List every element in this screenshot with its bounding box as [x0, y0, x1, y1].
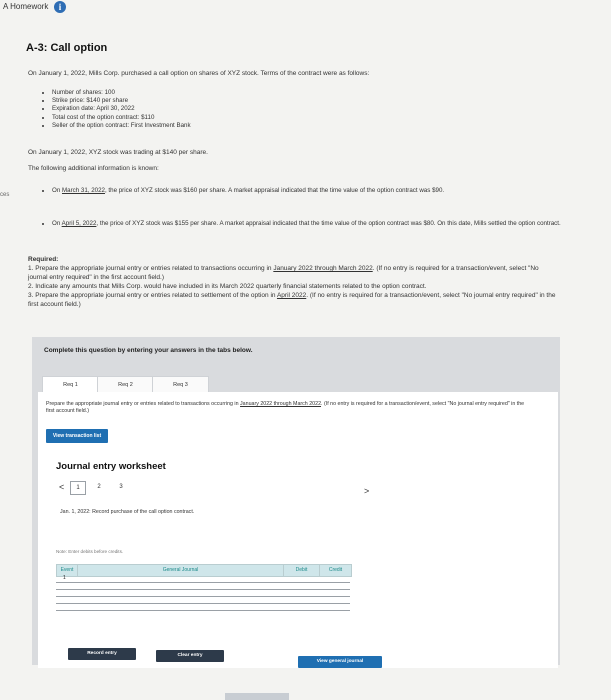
on-prefix: On [52, 187, 62, 194]
debit-credit-note: Note: Enter debits before credits. [56, 549, 124, 554]
journal-rows: 1 [56, 575, 350, 611]
req3-link: April 2022 [276, 292, 307, 299]
req2-text: 2. Indicate any amounts that Mills Corp.… [28, 283, 427, 290]
info-item-1: On March 31, 2022, the price of XYZ stoc… [40, 187, 572, 195]
top-bar: A Homework i [0, 0, 611, 16]
on-prefix: On [52, 220, 62, 227]
prev-arrow-icon[interactable]: < [59, 482, 64, 492]
contract-terms-list: Number of shares: 100 Strike price: $140… [40, 89, 352, 130]
info-icon[interactable]: i [54, 1, 66, 13]
term-strike: Strike price: $140 per share [52, 97, 352, 105]
clear-entry-button[interactable]: Clear entry [156, 650, 224, 662]
record-entry-button[interactable]: Record entry [68, 648, 136, 660]
worksheet-title: Journal entry worksheet [56, 461, 166, 472]
req1-text: 1. Prepare the appropriate journal entry… [28, 265, 539, 281]
info1-date: March 31, 2022 [61, 187, 105, 194]
term-seller: Seller of the option contract: First Inv… [52, 122, 352, 130]
info2-date: April 5, 2022 [61, 220, 97, 227]
page-1[interactable]: 1 [70, 481, 86, 495]
term-cost: Total cost of the option contract: $110 [52, 114, 352, 122]
req1-link: January 2022 through March 2022 [273, 265, 373, 272]
left-edge-label: ces [0, 192, 10, 198]
next-arrow-icon[interactable]: > [364, 486, 369, 496]
info-item-2: On April 5, 2022, the price of XYZ stock… [40, 220, 572, 228]
entry-description: Jan. 1, 2022: Record purchase of the cal… [60, 509, 195, 515]
tab-description: Prepare the appropriate journal entry or… [46, 401, 525, 414]
page-2[interactable]: 2 [92, 481, 106, 493]
table-row[interactable] [56, 590, 350, 597]
page-3[interactable]: 3 [114, 481, 128, 493]
trading-line: On January 1, 2022, XYZ stock was tradin… [28, 149, 208, 156]
table-row[interactable] [56, 597, 350, 604]
req3-text: 3. Prepare the appropriate journal entry… [28, 292, 556, 308]
table-row[interactable] [56, 604, 350, 611]
info1-text: , the price of XYZ stock was $160 per sh… [104, 187, 445, 194]
table-row[interactable] [56, 583, 350, 590]
additional-intro: The following additional information is … [28, 165, 159, 172]
question-title: A-3: Call option [26, 42, 108, 54]
required-label: Required: [28, 256, 59, 263]
tab-content: Prepare the appropriate journal entry or… [38, 392, 558, 668]
view-general-journal-button[interactable]: View general journal [298, 656, 382, 668]
view-transaction-list-button[interactable]: View transaction list [46, 429, 108, 443]
tab-desc-link: January 2022 through March 2022 [240, 401, 322, 407]
term-shares: Number of shares: 100 [52, 89, 352, 97]
intro-text: On January 1, 2022, Mills Corp. purchase… [28, 70, 370, 77]
app-title: A Homework [3, 2, 49, 11]
bottom-button-edge[interactable] [225, 693, 289, 700]
term-expiration: Expiration date: April 30, 2022 [52, 105, 352, 113]
table-row[interactable]: 1 [56, 575, 350, 583]
panel-heading: Complete this question by entering your … [44, 347, 253, 354]
required-block: Required: 1. Prepare the appropriate jou… [28, 255, 556, 309]
info2-text: , the price of XYZ stock was $155 per sh… [96, 220, 561, 227]
